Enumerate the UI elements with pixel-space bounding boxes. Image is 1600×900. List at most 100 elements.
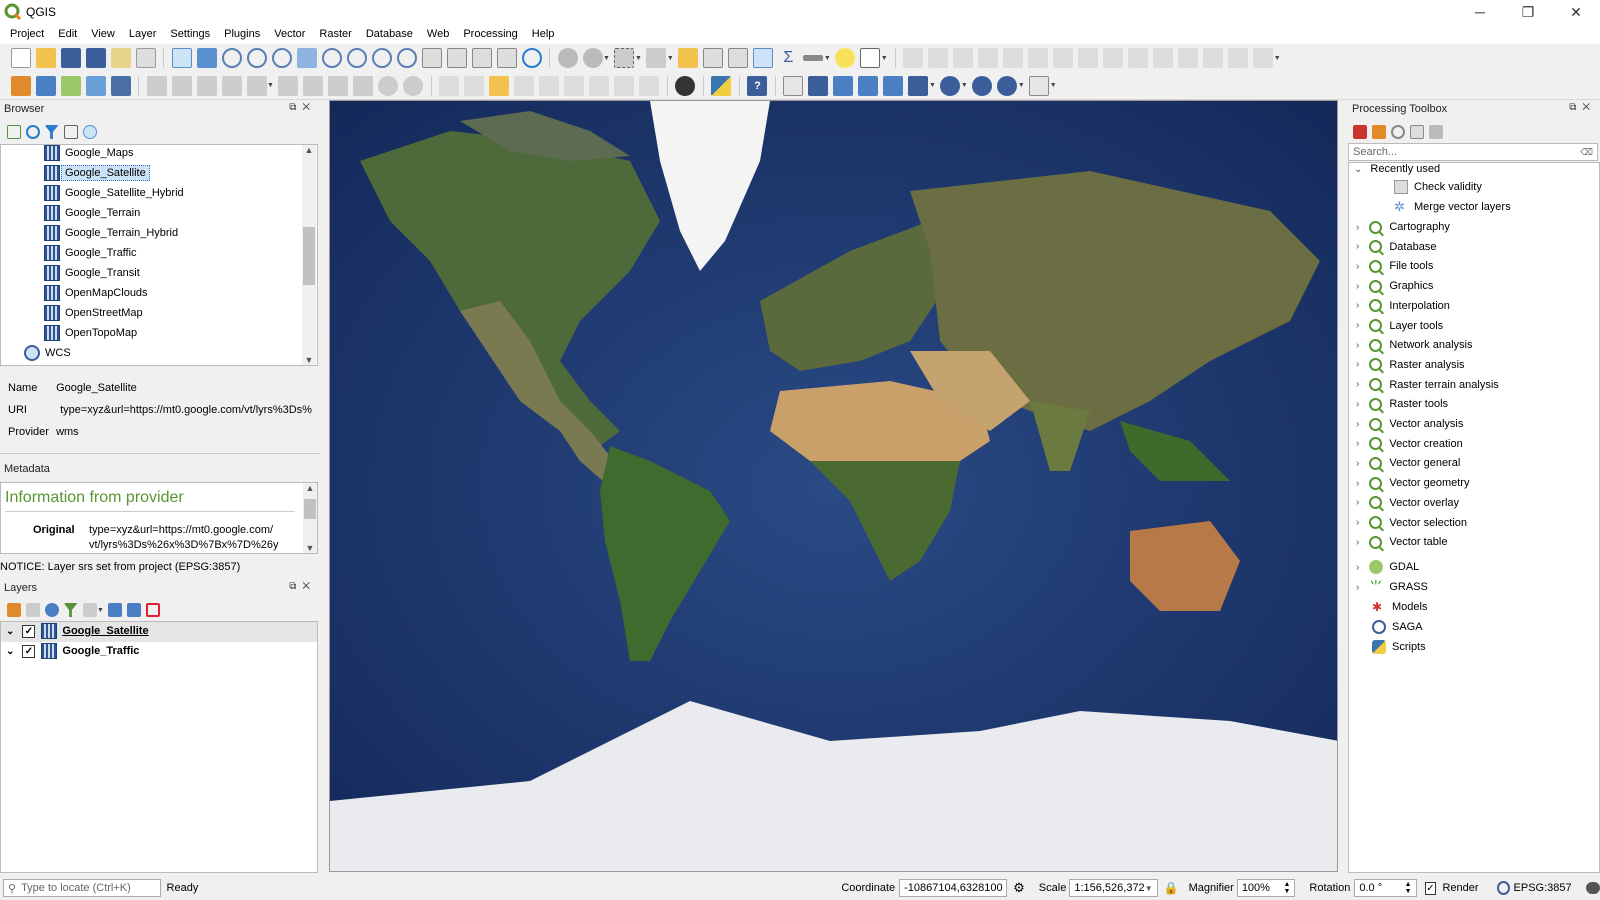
toolbox-provider-models[interactable]: ✱ Models (1372, 597, 1427, 617)
magnifier-spinbox[interactable]: 100% ▲ ▼ (1236, 879, 1296, 897)
show-bookmarks-icon[interactable] (496, 48, 517, 68)
metadata-scrollbar[interactable]: ▲ ▼ (303, 483, 317, 553)
redo-dropdown-icon[interactable] (1253, 48, 1274, 68)
chevron-right-icon[interactable]: › (1356, 281, 1359, 292)
browser-item[interactable]: OpenStreetMap (44, 303, 143, 323)
zoom-in-icon[interactable] (221, 48, 242, 68)
open-project-icon[interactable] (35, 48, 56, 68)
web-tool-icon-1[interactable] (940, 75, 961, 96)
toolbox-group-cartography[interactable]: › Cartography (1356, 217, 1450, 237)
toolbox-group-graphics[interactable]: › Graphics (1356, 276, 1433, 296)
text-annotation-icon[interactable] (860, 48, 881, 68)
vector-tool-icon-5[interactable] (883, 75, 904, 96)
paste-features-icon[interactable] (353, 75, 374, 96)
menu-help[interactable]: Help (525, 28, 562, 40)
zoom-layer-icon[interactable] (346, 48, 367, 68)
chevron-down-icon[interactable]: ⌄ (6, 646, 14, 657)
add-feature-icon[interactable] (221, 75, 242, 96)
menu-web[interactable]: Web (420, 28, 456, 40)
toolbox-recent-group[interactable]: ⌄ Recently used (1354, 159, 1440, 179)
history-icon[interactable] (1390, 125, 1405, 139)
field-calculator-icon[interactable] (728, 48, 749, 68)
layer-styling-icon[interactable] (6, 603, 21, 617)
new-geopackage-icon[interactable] (110, 75, 131, 96)
vector-tool-icon-1[interactable] (783, 75, 804, 96)
toolbox-group-vector-creation[interactable]: › Vector creation (1356, 434, 1463, 454)
toolbox-group-interpolation[interactable]: › Interpolation (1356, 296, 1450, 316)
toolbox-group-raster-terrain-analysis[interactable]: › Raster terrain analysis (1356, 375, 1499, 395)
save-as-icon[interactable] (85, 48, 106, 68)
toolbox-provider-saga[interactable]: SAGA (1372, 617, 1423, 637)
toolbox-group-vector-geometry[interactable]: › Vector geometry (1356, 473, 1469, 493)
remove-layer-icon[interactable] (146, 603, 161, 617)
chevron-right-icon[interactable]: › (1356, 399, 1359, 410)
panel-float-close-icon[interactable]: ⧉✕ (289, 581, 316, 592)
new-map-view-icon[interactable] (421, 48, 442, 68)
help-icon[interactable]: ? (747, 75, 768, 96)
new-print-layout-icon[interactable] (110, 48, 131, 68)
toolbox-provider-gdal[interactable]: › GDAL (1356, 557, 1419, 577)
chevron-right-icon[interactable]: › (1356, 340, 1359, 351)
add-layer-icon[interactable] (35, 75, 56, 96)
toolbox-provider-grass[interactable]: › ⺌ GRASS (1356, 577, 1428, 597)
identify-icon[interactable] (557, 48, 578, 68)
add-selected-layers-icon[interactable] (6, 125, 21, 139)
crs-globe-icon[interactable] (1496, 881, 1510, 895)
toolbox-group-vector-table[interactable]: › Vector table (1356, 532, 1447, 552)
label-icon-5[interactable] (539, 75, 560, 96)
redo-icon[interactable] (403, 75, 424, 96)
label-icon-4[interactable] (514, 75, 535, 96)
browser-item[interactable]: Google_Maps (44, 143, 134, 163)
toolbox-recent-item[interactable]: ✲ Merge vector layers (1394, 197, 1511, 217)
toolbox-group-raster-analysis[interactable]: › Raster analysis (1356, 355, 1465, 375)
expand-all-icon[interactable] (108, 603, 123, 617)
bookmark-icon[interactable] (471, 48, 492, 68)
toolbox-provider-scripts[interactable]: Scripts (1372, 637, 1426, 657)
select-features-icon[interactable] (614, 48, 635, 68)
attribute-table-icon[interactable] (703, 48, 724, 68)
label-icon-2[interactable] (464, 75, 485, 96)
web-tool-icon-3[interactable] (997, 75, 1018, 96)
render-checkbox[interactable]: ✓ (1424, 881, 1437, 895)
chevron-right-icon[interactable]: › (1356, 300, 1359, 311)
web-tool-icon-2[interactable] (972, 75, 993, 96)
temporal-controller-icon[interactable] (446, 48, 467, 68)
digitize-icon-5[interactable] (1003, 48, 1024, 68)
statistics-sum-icon[interactable]: Σ (778, 48, 798, 68)
digitize-icon-12[interactable] (1178, 48, 1199, 68)
chevron-right-icon[interactable]: › (1356, 379, 1359, 390)
digitize-icon-1[interactable] (903, 48, 924, 68)
toolbox-group-vector-selection[interactable]: › Vector selection (1356, 513, 1467, 533)
digitize-icon-2[interactable] (928, 48, 949, 68)
data-source-manager-icon[interactable] (10, 75, 31, 96)
browser-item[interactable]: Google_Transit (44, 263, 140, 283)
toolbox-group-database[interactable]: › Database (1356, 237, 1436, 257)
vector-tool-icon-4[interactable] (858, 75, 879, 96)
chevron-down-icon[interactable]: ⌄ (6, 626, 14, 637)
digitize-icon-7[interactable] (1053, 48, 1074, 68)
toggle-extents-icon[interactable]: ⚙ (1013, 880, 1025, 896)
zoom-selection-icon[interactable] (321, 48, 342, 68)
processing-toolbox-icon[interactable] (753, 48, 774, 68)
coordinate-field[interactable]: -10867104,6328100 (899, 879, 1008, 897)
new-project-icon[interactable] (10, 48, 31, 68)
label-icon-6[interactable] (564, 75, 585, 96)
filter-browser-icon[interactable] (44, 125, 59, 139)
menu-settings[interactable]: Settings (163, 28, 217, 40)
chevron-right-icon[interactable]: › (1356, 478, 1359, 489)
spin-arrows-icon[interactable]: ▲ ▼ (1283, 881, 1290, 895)
chevron-right-icon[interactable]: › (1356, 562, 1359, 573)
browser-item-wcs[interactable]: WCS (24, 343, 71, 363)
menu-project[interactable]: Project (3, 28, 51, 40)
manage-themes-icon[interactable] (44, 603, 59, 617)
pan-to-selection-icon[interactable] (196, 48, 217, 68)
scripts-icon[interactable] (1371, 125, 1386, 139)
chevron-right-icon[interactable]: › (1356, 537, 1359, 548)
spin-arrows-icon[interactable]: ▲ ▼ (1405, 881, 1412, 895)
toolbox-group-raster-tools[interactable]: › Raster tools (1356, 394, 1448, 414)
scale-combobox[interactable]: 1:156,526,372 ▼ (1069, 879, 1158, 897)
copy-features-icon[interactable] (328, 75, 349, 96)
clear-search-icon[interactable]: ⌫ (1580, 147, 1593, 158)
vector-tool-icon-2[interactable] (808, 75, 829, 96)
browser-item[interactable]: Google_Terrain (44, 203, 140, 223)
